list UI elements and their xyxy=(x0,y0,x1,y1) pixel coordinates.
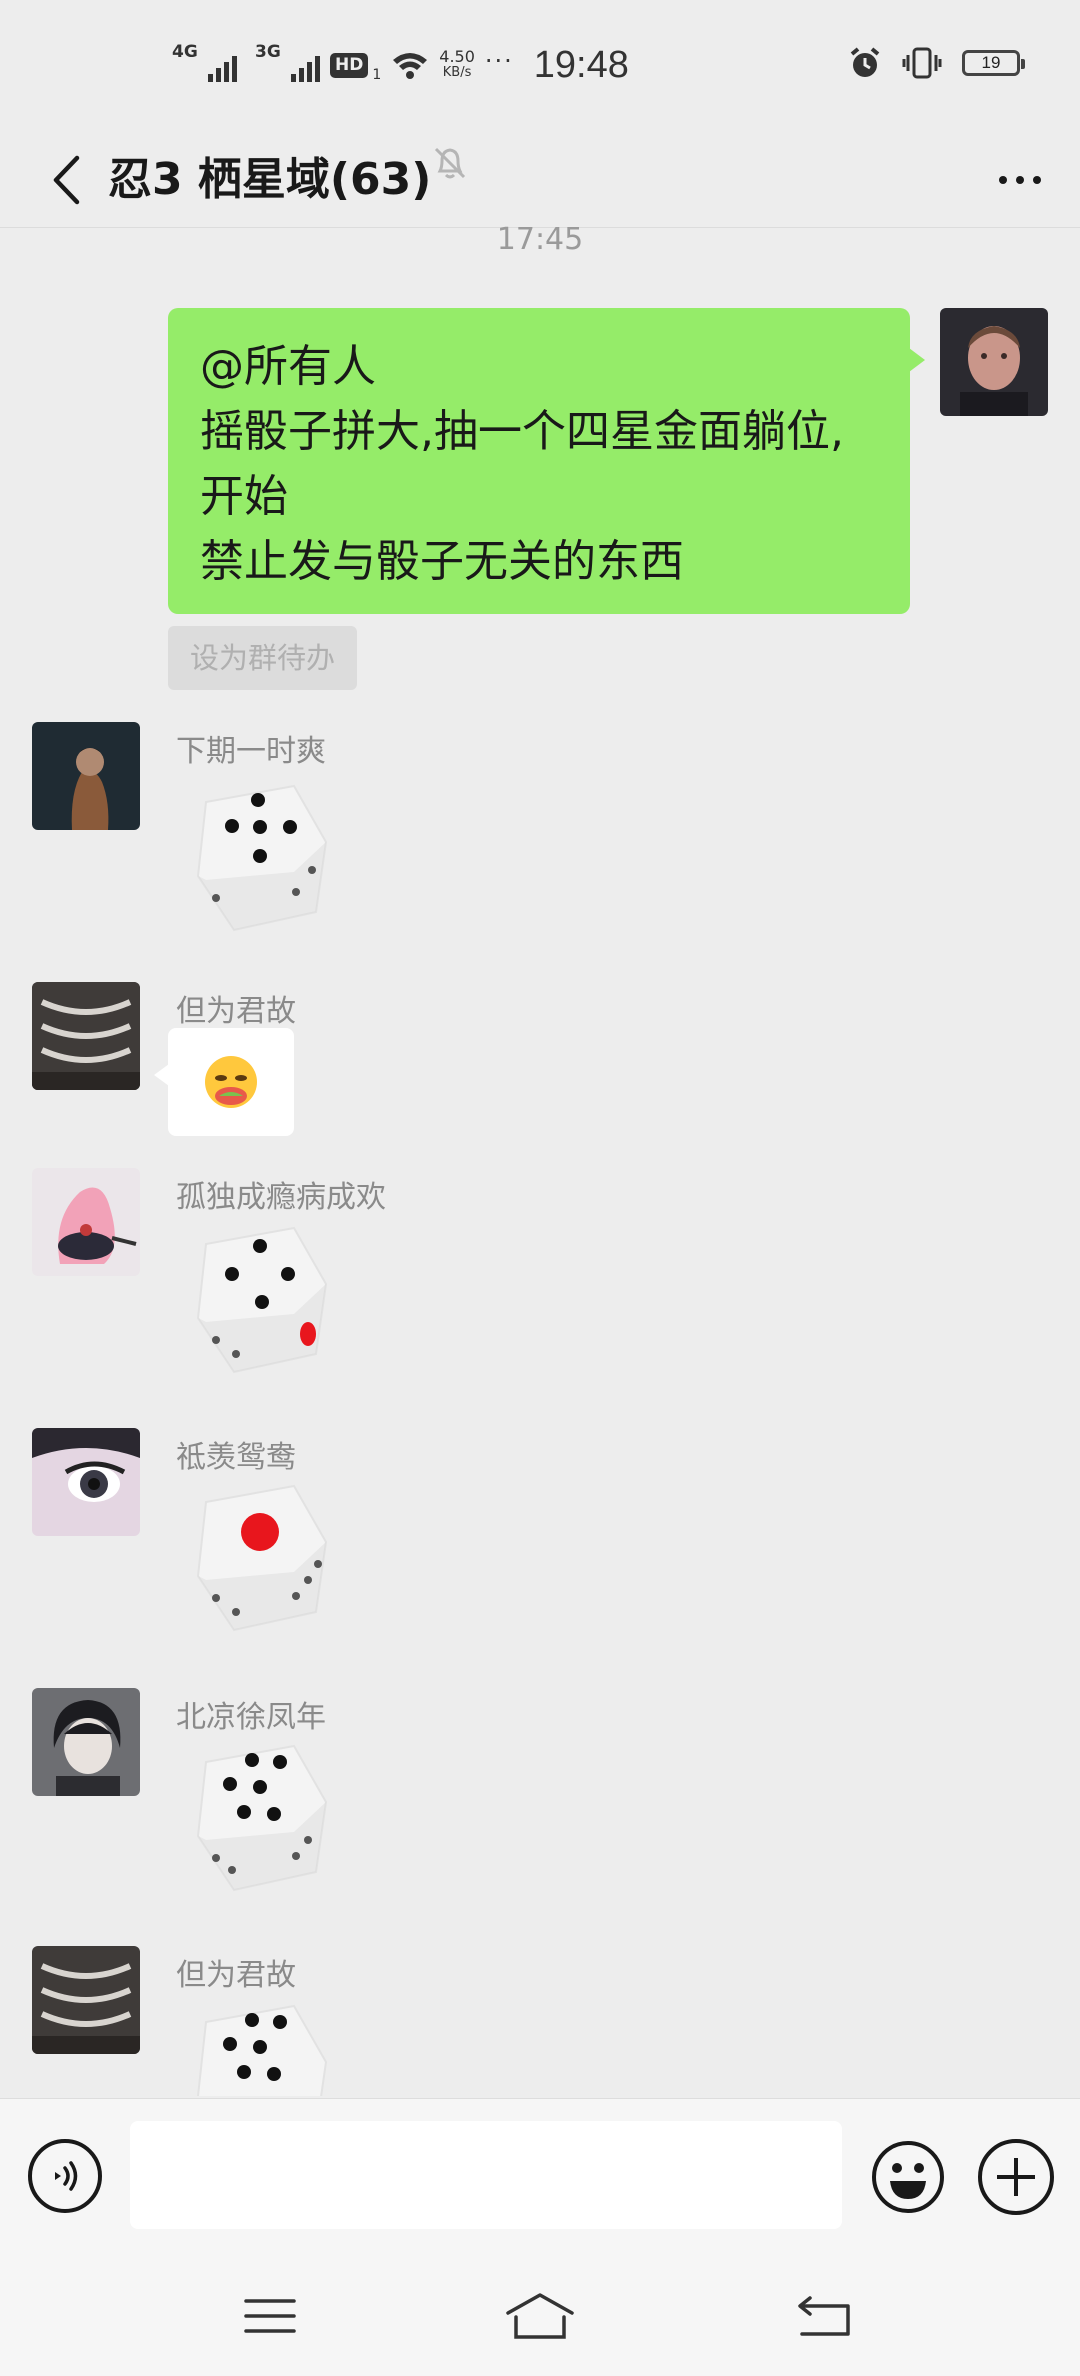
speed-unit: KB/s xyxy=(442,65,472,80)
signal-3g-icon: 3G xyxy=(255,42,320,82)
sender-avatar[interactable] xyxy=(32,1946,140,2054)
hd-badge: HD xyxy=(330,52,369,78)
input-bar xyxy=(0,2098,1080,2254)
bell-off-icon xyxy=(434,147,466,179)
message-line: 开始 xyxy=(200,471,288,522)
nav-back-button[interactable] xyxy=(784,2276,864,2356)
avatar-image xyxy=(32,982,140,1090)
more-button[interactable] xyxy=(982,142,1058,218)
sender-name: 但为君故 xyxy=(176,994,296,1029)
message-line: 摇骰子拼大,抽一个四星金面躺位, xyxy=(200,406,844,457)
nav-home-button[interactable] xyxy=(500,2276,580,2356)
my-message-bubble[interactable]: @所有人 摇骰子拼大,抽一个四星金面躺位, 开始 禁止发与骰子无关的东西 xyxy=(168,308,925,614)
battery-level: 19 xyxy=(981,53,1001,72)
message-line: 禁止发与骰子无关的东西 xyxy=(200,536,684,587)
chevron-left-icon xyxy=(53,155,80,205)
avatar-image xyxy=(940,308,1048,416)
battery-icon: 19 xyxy=(962,50,1025,76)
signal-4g-icon: 4G xyxy=(172,42,237,82)
signal-label: 4G xyxy=(172,42,198,62)
avatar-image xyxy=(32,1946,140,2054)
sender-name: 但为君故 xyxy=(176,1958,296,1993)
message-input[interactable] xyxy=(130,2121,842,2229)
emoji-message-bubble[interactable] xyxy=(154,1028,294,1136)
voice-button[interactable] xyxy=(28,2139,102,2213)
status-bar: 4G 3G HD 1 4.50 KB/s ··· 19:48 19 xyxy=(0,0,1080,132)
clock: 19:48 xyxy=(533,43,629,86)
voice-icon xyxy=(55,2161,78,2191)
back-arrow-icon xyxy=(798,2296,850,2336)
alarm-icon xyxy=(850,47,880,77)
back-button[interactable] xyxy=(28,142,104,218)
set-group-todo-button[interactable]: 设为群待办 xyxy=(168,626,358,690)
sender-name: 下期一时爽 xyxy=(176,734,326,769)
more-dot xyxy=(1016,176,1024,184)
avatar-image xyxy=(32,1168,140,1276)
hd-sub-label: 1 xyxy=(372,67,382,83)
sender-name: 祗羡鸳鸯 xyxy=(176,1440,296,1475)
dice-emoji[interactable] xyxy=(176,1214,346,1384)
sender-name: 孤独成瘾病成欢 xyxy=(176,1180,386,1215)
avatar-image xyxy=(32,1688,140,1796)
menu-icon xyxy=(244,2299,296,2333)
avatar-image xyxy=(32,722,140,830)
my-avatar[interactable] xyxy=(940,308,1048,416)
message-timestamp: 17:45 xyxy=(496,222,584,257)
message-line: @所有人 xyxy=(200,341,376,392)
sender-avatar[interactable] xyxy=(32,982,140,1090)
speed-value: 4.50 xyxy=(439,47,475,66)
dice-emoji[interactable] xyxy=(176,1732,346,1902)
chat-header: 忍3 栖星域(63) xyxy=(0,132,1080,228)
network-speed: 4.50 KB/s xyxy=(439,49,475,81)
more-dots-icon xyxy=(999,176,1007,184)
nav-menu-button[interactable] xyxy=(230,2276,310,2356)
more-status-icon: ··· xyxy=(484,47,514,75)
system-nav-bar xyxy=(0,2254,1080,2376)
dice-emoji[interactable] xyxy=(176,1992,346,2096)
vibrate-icon xyxy=(902,47,942,79)
sender-avatar[interactable] xyxy=(32,1428,140,1536)
plus-circle-icon[interactable] xyxy=(978,2139,1054,2215)
sender-avatar[interactable] xyxy=(32,1168,140,1276)
sender-avatar[interactable] xyxy=(32,722,140,830)
home-icon xyxy=(506,2293,574,2339)
dice-emoji[interactable] xyxy=(176,1472,346,1642)
wifi-icon xyxy=(393,53,428,79)
cheeky-face-emoji xyxy=(205,1056,257,1108)
dice-emoji[interactable] xyxy=(176,772,346,942)
more-dot xyxy=(1033,176,1041,184)
smiley-icon[interactable] xyxy=(870,2139,946,2215)
sender-avatar[interactable] xyxy=(32,1688,140,1796)
chat-title: 忍3 栖星域(63) xyxy=(108,154,432,205)
avatar-image xyxy=(32,1428,140,1536)
signal-label: 3G xyxy=(255,42,281,62)
sender-name: 北凉徐凤年 xyxy=(176,1700,326,1735)
dice-clip xyxy=(176,1992,346,2096)
